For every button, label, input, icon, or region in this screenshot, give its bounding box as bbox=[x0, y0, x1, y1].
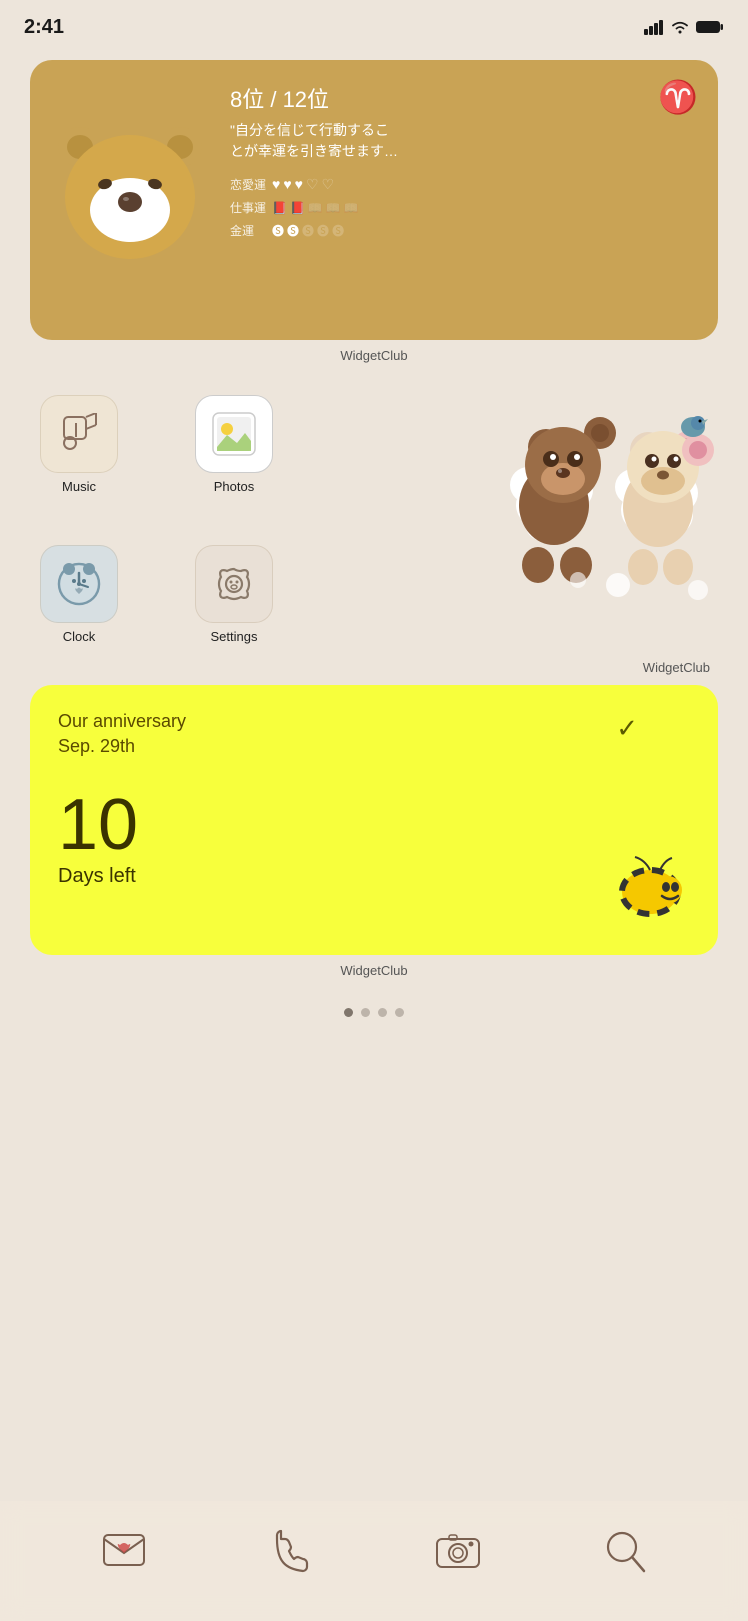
music-app-label: Music bbox=[62, 479, 96, 494]
wifi-icon bbox=[670, 19, 690, 35]
bee-svg bbox=[600, 842, 690, 922]
love-fortune-label: 恋愛運 bbox=[230, 176, 268, 193]
anniversary-widget-label: WidgetClub bbox=[0, 963, 748, 978]
checkmark-decoration: ✓ bbox=[616, 713, 638, 744]
money-fortune-icons: 🅢 🅢 🅢 🅢 🅢 bbox=[272, 222, 344, 239]
app-item-music[interactable]: Music bbox=[40, 395, 118, 494]
app-item-settings[interactable]: Settings bbox=[195, 545, 273, 644]
bear-face-decoration bbox=[50, 102, 220, 272]
work-fortune-label: 仕事運 bbox=[230, 199, 268, 216]
app-item-clock[interactable]: Clock bbox=[40, 545, 118, 644]
aries-symbol: ♈ bbox=[658, 78, 698, 116]
music-app-icon[interactable] bbox=[40, 395, 118, 473]
page-dot-4[interactable] bbox=[395, 1008, 404, 1017]
bee-decoration bbox=[600, 842, 690, 927]
status-bar: 2:41 bbox=[0, 0, 748, 50]
horoscope-widget[interactable]: 8位 / 12位 "自分を信じて行動することが幸運を引き寄せます… 恋愛運 ♥ … bbox=[30, 60, 718, 340]
work-fortune-icons: 📕 📕 📖 📖 📖 bbox=[272, 201, 359, 215]
horoscope-widget-label: WidgetClub bbox=[0, 348, 748, 363]
money-fortune-row: 金運 🅢 🅢 🅢 🅢 🅢 bbox=[230, 222, 698, 239]
page-dot-3[interactable] bbox=[378, 1008, 387, 1017]
clock-icon bbox=[56, 561, 102, 607]
settings-app-icon[interactable] bbox=[195, 545, 273, 623]
photos-app-icon[interactable] bbox=[195, 395, 273, 473]
photos-icon bbox=[209, 409, 259, 459]
rilakkuma-svg bbox=[478, 375, 718, 635]
settings-app-label: Settings bbox=[211, 629, 258, 644]
dock-item-phone[interactable] bbox=[263, 1523, 319, 1579]
music-icon bbox=[58, 413, 100, 455]
dock bbox=[0, 1501, 748, 1621]
status-icons bbox=[644, 19, 724, 35]
status-time: 2:41 bbox=[24, 16, 64, 39]
love-fortune-icons: ♥ ♥ ♥ ♡ ♡ bbox=[272, 176, 334, 193]
phone-icon bbox=[273, 1529, 309, 1573]
rilakkuma-decoration bbox=[478, 375, 718, 645]
page-dot-2[interactable] bbox=[361, 1008, 370, 1017]
love-fortune-row: 恋愛運 ♥ ♥ ♥ ♡ ♡ bbox=[230, 176, 698, 193]
anniversary-sublabel: Days left bbox=[58, 865, 694, 888]
horoscope-rank: 8位 / 12位 bbox=[230, 82, 698, 114]
horoscope-content: 8位 / 12位 "自分を信じて行動することが幸運を引き寄せます… 恋愛運 ♥ … bbox=[220, 82, 698, 320]
settings-icon bbox=[211, 561, 257, 607]
battery-icon bbox=[696, 19, 724, 35]
money-fortune-label: 金運 bbox=[230, 222, 268, 239]
widget-club-label-apps: WidgetClub bbox=[643, 660, 710, 675]
anniversary-title: Our anniversarySep. 29th bbox=[58, 709, 694, 759]
search-icon bbox=[604, 1529, 646, 1573]
page-dot-1[interactable] bbox=[344, 1008, 353, 1017]
anniversary-widget[interactable]: Our anniversarySep. 29th ✓ 10 Days left bbox=[30, 685, 718, 955]
app-grid-area: Music Photos bbox=[20, 375, 728, 685]
clock-app-label: Clock bbox=[63, 629, 96, 644]
anniversary-days: 10 bbox=[58, 789, 694, 861]
photos-app-label: Photos bbox=[214, 479, 254, 494]
work-fortune-row: 仕事運 📕 📕 📖 📖 📖 bbox=[230, 199, 698, 216]
mail-icon bbox=[102, 1533, 146, 1569]
dock-item-messages[interactable] bbox=[96, 1523, 152, 1579]
dock-item-camera[interactable] bbox=[430, 1523, 486, 1579]
app-item-photos[interactable]: Photos bbox=[195, 395, 273, 494]
clock-app-icon[interactable] bbox=[40, 545, 118, 623]
signal-icon bbox=[644, 19, 664, 35]
page-dots bbox=[0, 1008, 748, 1017]
horoscope-quote: "自分を信じて行動することが幸運を引き寄せます… bbox=[230, 120, 698, 162]
dock-item-search[interactable] bbox=[597, 1523, 653, 1579]
camera-icon bbox=[435, 1531, 481, 1571]
